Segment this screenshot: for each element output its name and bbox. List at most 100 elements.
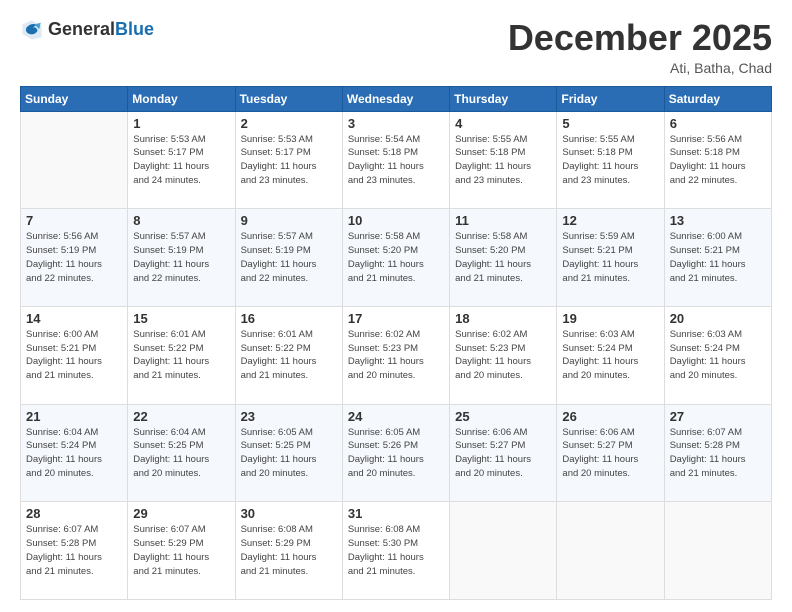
day-info: Sunrise: 6:05 AM Sunset: 5:25 PM Dayligh… xyxy=(241,426,337,481)
day-number: 28 xyxy=(26,506,122,521)
day-info: Sunrise: 6:06 AM Sunset: 5:27 PM Dayligh… xyxy=(455,426,551,481)
day-number: 27 xyxy=(670,409,766,424)
calendar-cell xyxy=(664,502,771,600)
calendar-cell: 20 Sunrise: 6:03 AM Sunset: 5:24 PM Dayli… xyxy=(664,306,771,404)
calendar-cell: 31Sunrise: 6:08 AM Sunset: 5:30 PM Dayli… xyxy=(342,502,449,600)
logo-blue: Blue xyxy=(115,20,154,40)
day-number: 15 xyxy=(133,311,229,326)
day-number: 25 xyxy=(455,409,551,424)
day-info: Sunrise: 5:53 AM Sunset: 5:17 PM Dayligh… xyxy=(241,133,337,188)
title-block: December 2025 Ati, Batha, Chad xyxy=(508,18,772,76)
day-info: Sunrise: 6:07 AM Sunset: 5:29 PM Dayligh… xyxy=(133,523,229,578)
day-info: Sunrise: 5:56 AM Sunset: 5:19 PM Dayligh… xyxy=(26,230,122,285)
day-info: Sunrise: 6:00 AM Sunset: 5:21 PM Dayligh… xyxy=(670,230,766,285)
calendar-cell: 17Sunrise: 6:02 AM Sunset: 5:23 PM Dayli… xyxy=(342,306,449,404)
day-info: Sunrise: 6:03 AM Sunset: 5:24 PM Dayligh… xyxy=(562,328,658,383)
day-info: Sunrise: 5:57 AM Sunset: 5:19 PM Dayligh… xyxy=(241,230,337,285)
calendar-cell: 30Sunrise: 6:08 AM Sunset: 5:29 PM Dayli… xyxy=(235,502,342,600)
day-info: Sunrise: 5:58 AM Sunset: 5:20 PM Dayligh… xyxy=(348,230,444,285)
logo-icon xyxy=(20,18,44,42)
calendar-cell: 25 Sunrise: 6:06 AM Sunset: 5:27 PM Dayli… xyxy=(450,404,557,502)
day-number: 31 xyxy=(348,506,444,521)
logo-text: General Blue xyxy=(48,20,154,40)
calendar-cell: 9 Sunrise: 5:57 AM Sunset: 5:19 PM Daylig… xyxy=(235,209,342,307)
calendar-cell: 1 Sunrise: 5:53 AM Sunset: 5:17 PM Daylig… xyxy=(128,111,235,209)
calendar-cell: 13 Sunrise: 6:00 AM Sunset: 5:21 PM Dayli… xyxy=(664,209,771,307)
day-number: 11 xyxy=(455,213,551,228)
day-info: Sunrise: 5:59 AM Sunset: 5:21 PM Dayligh… xyxy=(562,230,658,285)
calendar-cell xyxy=(21,111,128,209)
calendar-cell: 14 Sunrise: 6:00 AM Sunset: 5:21 PM Dayli… xyxy=(21,306,128,404)
calendar-cell: 19 Sunrise: 6:03 AM Sunset: 5:24 PM Dayli… xyxy=(557,306,664,404)
day-info: Sunrise: 5:56 AM Sunset: 5:18 PM Dayligh… xyxy=(670,133,766,188)
day-info: Sunrise: 6:03 AM Sunset: 5:24 PM Dayligh… xyxy=(670,328,766,383)
calendar-cell: 2 Sunrise: 5:53 AM Sunset: 5:17 PM Daylig… xyxy=(235,111,342,209)
day-number: 17 xyxy=(348,311,444,326)
day-info: Sunrise: 6:00 AM Sunset: 5:21 PM Dayligh… xyxy=(26,328,122,383)
calendar-cell: 24Sunrise: 6:05 AM Sunset: 5:26 PM Dayli… xyxy=(342,404,449,502)
day-number: 13 xyxy=(670,213,766,228)
day-header-friday: Friday xyxy=(557,86,664,111)
day-number: 29 xyxy=(133,506,229,521)
calendar-cell: 4 Sunrise: 5:55 AM Sunset: 5:18 PM Daylig… xyxy=(450,111,557,209)
day-number: 20 xyxy=(670,311,766,326)
day-number: 21 xyxy=(26,409,122,424)
day-number: 30 xyxy=(241,506,337,521)
day-header-tuesday: Tuesday xyxy=(235,86,342,111)
day-header-monday: Monday xyxy=(128,86,235,111)
calendar-cell: 8 Sunrise: 5:57 AM Sunset: 5:19 PM Daylig… xyxy=(128,209,235,307)
calendar-cell: 16 Sunrise: 6:01 AM Sunset: 5:22 PM Dayli… xyxy=(235,306,342,404)
day-number: 18 xyxy=(455,311,551,326)
location: Ati, Batha, Chad xyxy=(508,60,772,76)
day-header-wednesday: Wednesday xyxy=(342,86,449,111)
day-info: Sunrise: 5:57 AM Sunset: 5:19 PM Dayligh… xyxy=(133,230,229,285)
calendar-cell: 10Sunrise: 5:58 AM Sunset: 5:20 PM Dayli… xyxy=(342,209,449,307)
day-header-sunday: Sunday xyxy=(21,86,128,111)
day-number: 8 xyxy=(133,213,229,228)
day-info: Sunrise: 5:58 AM Sunset: 5:20 PM Dayligh… xyxy=(455,230,551,285)
day-info: Sunrise: 6:07 AM Sunset: 5:28 PM Dayligh… xyxy=(26,523,122,578)
calendar-week-row: 28 Sunrise: 6:07 AM Sunset: 5:28 PM Dayli… xyxy=(21,502,772,600)
month-title: December 2025 xyxy=(508,18,772,58)
calendar-week-row: 1 Sunrise: 5:53 AM Sunset: 5:17 PM Daylig… xyxy=(21,111,772,209)
calendar-cell: 29 Sunrise: 6:07 AM Sunset: 5:29 PM Dayli… xyxy=(128,502,235,600)
logo: General Blue xyxy=(20,18,154,42)
calendar-cell: 18Sunrise: 6:02 AM Sunset: 5:23 PM Dayli… xyxy=(450,306,557,404)
day-info: Sunrise: 5:55 AM Sunset: 5:18 PM Dayligh… xyxy=(455,133,551,188)
calendar-week-row: 7 Sunrise: 5:56 AM Sunset: 5:19 PM Daylig… xyxy=(21,209,772,307)
calendar-cell: 15 Sunrise: 6:01 AM Sunset: 5:22 PM Dayli… xyxy=(128,306,235,404)
day-info: Sunrise: 6:01 AM Sunset: 5:22 PM Dayligh… xyxy=(133,328,229,383)
day-number: 19 xyxy=(562,311,658,326)
calendar-cell: 27 Sunrise: 6:07 AM Sunset: 5:28 PM Dayli… xyxy=(664,404,771,502)
day-info: Sunrise: 6:07 AM Sunset: 5:28 PM Dayligh… xyxy=(670,426,766,481)
calendar-cell: 28 Sunrise: 6:07 AM Sunset: 5:28 PM Dayli… xyxy=(21,502,128,600)
day-header-thursday: Thursday xyxy=(450,86,557,111)
calendar-cell: 5Sunrise: 5:55 AM Sunset: 5:18 PM Daylig… xyxy=(557,111,664,209)
day-number: 9 xyxy=(241,213,337,228)
day-number: 7 xyxy=(26,213,122,228)
calendar-cell: 21 Sunrise: 6:04 AM Sunset: 5:24 PM Dayli… xyxy=(21,404,128,502)
day-info: Sunrise: 5:53 AM Sunset: 5:17 PM Dayligh… xyxy=(133,133,229,188)
day-number: 24 xyxy=(348,409,444,424)
day-number: 22 xyxy=(133,409,229,424)
day-info: Sunrise: 5:55 AM Sunset: 5:18 PM Dayligh… xyxy=(562,133,658,188)
calendar-cell: 26Sunrise: 6:06 AM Sunset: 5:27 PM Dayli… xyxy=(557,404,664,502)
logo-general: General xyxy=(48,20,115,40)
day-number: 16 xyxy=(241,311,337,326)
day-number: 23 xyxy=(241,409,337,424)
calendar-cell: 7 Sunrise: 5:56 AM Sunset: 5:19 PM Daylig… xyxy=(21,209,128,307)
day-number: 4 xyxy=(455,116,551,131)
calendar-cell: 11 Sunrise: 5:58 AM Sunset: 5:20 PM Dayli… xyxy=(450,209,557,307)
day-info: Sunrise: 6:04 AM Sunset: 5:24 PM Dayligh… xyxy=(26,426,122,481)
calendar-cell: 3Sunrise: 5:54 AM Sunset: 5:18 PM Daylig… xyxy=(342,111,449,209)
calendar-cell xyxy=(557,502,664,600)
day-info: Sunrise: 6:04 AM Sunset: 5:25 PM Dayligh… xyxy=(133,426,229,481)
day-info: Sunrise: 5:54 AM Sunset: 5:18 PM Dayligh… xyxy=(348,133,444,188)
header: General Blue December 2025 Ati, Batha, C… xyxy=(20,18,772,76)
day-info: Sunrise: 6:01 AM Sunset: 5:22 PM Dayligh… xyxy=(241,328,337,383)
day-number: 2 xyxy=(241,116,337,131)
day-number: 1 xyxy=(133,116,229,131)
calendar-cell: 12Sunrise: 5:59 AM Sunset: 5:21 PM Dayli… xyxy=(557,209,664,307)
calendar-cell: 23 Sunrise: 6:05 AM Sunset: 5:25 PM Dayli… xyxy=(235,404,342,502)
day-number: 14 xyxy=(26,311,122,326)
